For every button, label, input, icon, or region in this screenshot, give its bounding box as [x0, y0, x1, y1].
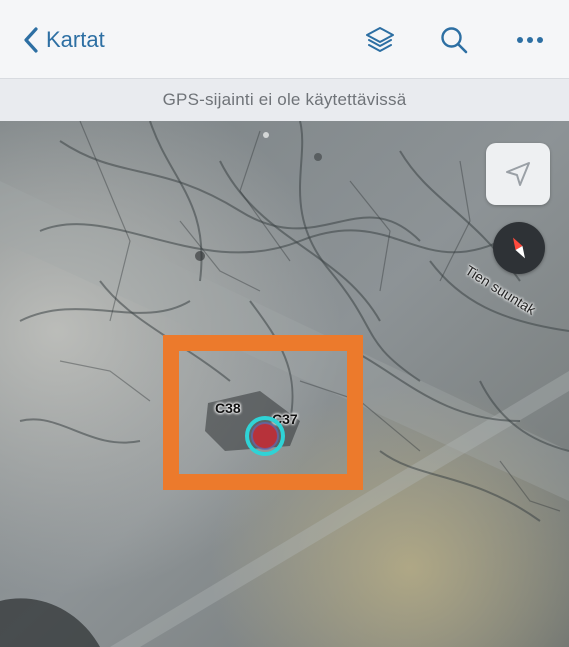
compass-button[interactable] — [493, 222, 545, 274]
selected-point-marker[interactable] — [243, 414, 287, 458]
more-icon — [517, 37, 543, 43]
maps-app: Kartat GPS-sijainti ei ole käytettävissä… — [0, 0, 569, 647]
highlight-box — [163, 335, 363, 490]
gps-status-text: GPS-sijainti ei ole käytettävissä — [162, 90, 407, 109]
navigation-bar: Kartat — [0, 0, 569, 78]
layers-button[interactable] — [362, 22, 398, 58]
chevron-left-icon — [24, 27, 38, 53]
compass-icon — [513, 237, 525, 259]
search-button[interactable] — [436, 22, 472, 58]
back-button-label: Kartat — [46, 27, 105, 52]
search-icon — [441, 27, 468, 54]
gps-status-banner: GPS-sijainti ei ole käytettävissä — [0, 78, 569, 121]
location-arrow-icon — [506, 162, 530, 186]
more-button[interactable] — [512, 22, 548, 58]
locate-me-button[interactable] — [486, 143, 550, 205]
map-view[interactable]: Tien suuntak C38 C37 — [0, 121, 569, 647]
layers-icon — [366, 27, 394, 52]
point-label-c38[interactable]: C38 — [215, 400, 241, 416]
back-button[interactable]: Kartat — [22, 24, 105, 56]
